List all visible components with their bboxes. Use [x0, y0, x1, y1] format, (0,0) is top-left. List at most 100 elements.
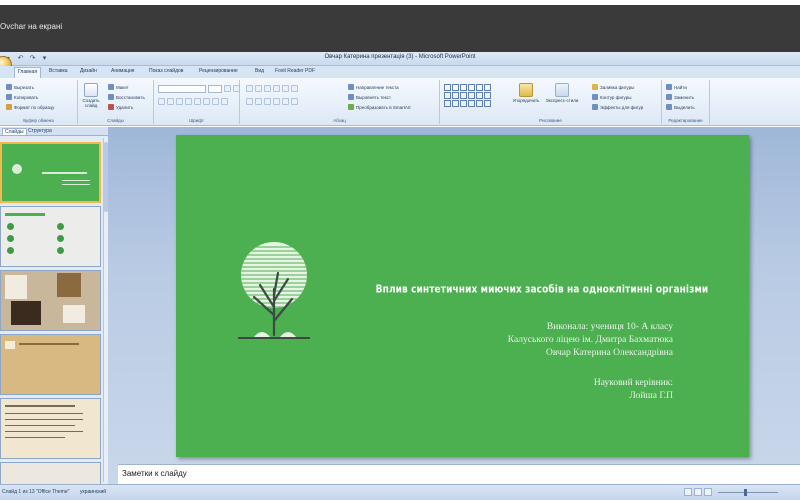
advisor-line: Лойша Г.П: [629, 391, 673, 401]
thumb-dot: [7, 247, 14, 254]
thumb-line: [19, 343, 79, 345]
thumb-line: [62, 184, 90, 185]
panel-tabs: Слайды Структура: [0, 127, 108, 136]
thumb-line: [42, 172, 87, 174]
font-size-select[interactable]: [208, 85, 222, 93]
shapes-gallery[interactable]: [444, 84, 491, 107]
status-theme: "Office Theme": [36, 489, 70, 495]
thumb-image: [11, 301, 41, 325]
thumb-dot: [57, 247, 64, 254]
group-editing: Найти Заменить Выделить Редактирование: [662, 80, 710, 124]
slide-thumbnail-6[interactable]: [0, 462, 101, 484]
scroll-thumb[interactable]: [104, 142, 108, 212]
notes-pane[interactable]: Заметки к слайду: [118, 464, 800, 484]
normal-view-button[interactable]: [684, 488, 692, 496]
thumb-image: [5, 341, 15, 349]
status-language[interactable]: украинский: [80, 489, 106, 495]
tab-slideshow[interactable]: Показ слайдов: [146, 67, 186, 75]
reset-icon: [108, 94, 114, 100]
delete-button[interactable]: Удалить: [108, 104, 133, 110]
slide-thumbnail-1[interactable]: [0, 142, 101, 203]
copy-button[interactable]: Копировать: [6, 94, 38, 100]
align-text-button[interactable]: Выровнять текст: [348, 94, 391, 100]
slide-author-block[interactable]: Виконала: учениця 10- А класу Калуського…: [508, 321, 673, 360]
group-font: Шрифт: [154, 80, 240, 124]
author-line: Калуського ліцею ім. Дмитра Бахматюка: [507, 335, 673, 345]
thumb-line: [5, 213, 45, 216]
thumb-dot: [7, 223, 14, 230]
group-slides: Создать слайд Макет Восстановить Удалить…: [78, 80, 154, 124]
tab-outline[interactable]: Структура: [28, 128, 52, 134]
zoom-handle[interactable]: [744, 489, 747, 496]
author-line: Овчар Катерина Олександрівна: [545, 348, 673, 358]
format-painter-button[interactable]: Формат по образцу: [6, 104, 54, 110]
align-buttons[interactable]: [246, 98, 298, 105]
smartart-icon: [348, 104, 354, 110]
slide-thumbnail-2[interactable]: [0, 206, 101, 267]
cut-button[interactable]: Вырезать: [6, 84, 34, 90]
thumb-line: [5, 413, 83, 414]
group-paragraph: Направление текста Выровнять текст Преоб…: [240, 80, 440, 124]
tab-foxit[interactable]: Foxit Reader PDF: [272, 67, 318, 75]
shape-fill-button[interactable]: Заливка фигуры: [592, 84, 634, 90]
tab-home[interactable]: Главная: [14, 67, 42, 78]
tab-slides[interactable]: Слайды: [2, 128, 27, 135]
arrange-button[interactable]: Упорядочить: [512, 83, 540, 103]
tab-review[interactable]: Рецензирование: [196, 67, 241, 75]
reset-button[interactable]: Восстановить: [108, 94, 145, 100]
thumb-line: [5, 437, 65, 438]
binoculars-icon: [666, 84, 672, 90]
tree-logo-icon: [238, 242, 310, 339]
status-slide-info: Слайд 1 из 13: [2, 489, 35, 495]
font-name-select[interactable]: [158, 85, 206, 93]
thumb-image: [57, 273, 81, 297]
slide-thumbnail-4[interactable]: [0, 334, 101, 395]
tab-view[interactable]: Вид: [252, 67, 267, 75]
replace-icon: [666, 94, 672, 100]
find-button[interactable]: Найти: [666, 84, 687, 90]
slideshow-view-button[interactable]: [704, 488, 712, 496]
copy-icon: [6, 94, 12, 100]
font-style-buttons[interactable]: [158, 98, 228, 105]
slide-thumbnail-5[interactable]: [0, 398, 101, 459]
list-buttons[interactable]: [246, 85, 298, 92]
shape-outline-button[interactable]: Контур фигуры: [592, 94, 631, 100]
tab-design[interactable]: Дизайн: [77, 67, 100, 75]
new-slide-button[interactable]: Создать слайд: [80, 83, 102, 108]
author-line: Виконала: учениця 10- А класу: [546, 322, 673, 332]
shape-effects-button[interactable]: Эффекты для фигур: [592, 104, 643, 110]
quick-styles-button[interactable]: Экспресс-стили: [544, 83, 580, 103]
tab-insert[interactable]: Вставка: [46, 67, 71, 75]
group-drawing: Упорядочить Экспресс-стили Заливка фигур…: [440, 80, 662, 124]
thumb-dot: [57, 235, 64, 242]
tab-animation[interactable]: Анимация: [108, 67, 137, 75]
text-direction-button[interactable]: Направление текста: [348, 84, 399, 90]
zoom-slider[interactable]: [718, 492, 778, 493]
slide-canvas[interactable]: Вплив синтетичних миючих засобів на одно…: [176, 135, 749, 457]
group-clipboard-label: Буфер обмена: [23, 118, 54, 123]
leaf-left: [254, 332, 270, 337]
sorter-view-button[interactable]: [694, 488, 702, 496]
group-drawing-label: Рисование: [539, 118, 562, 123]
slide-thumbnail-3[interactable]: [0, 270, 101, 331]
font-grow-buttons[interactable]: [224, 85, 240, 92]
thumb-dot: [57, 223, 64, 230]
layout-icon: [108, 84, 114, 90]
ribbon: Вырезать Копировать Формат по образцу Бу…: [0, 78, 800, 126]
select-button[interactable]: Выделить: [666, 104, 695, 110]
arrange-icon: [519, 83, 533, 97]
quick-styles-icon: [555, 83, 569, 97]
slide-title[interactable]: Вплив синтетичних миючих засобів на одно…: [372, 284, 712, 296]
layout-button[interactable]: Макет: [108, 84, 129, 90]
smartart-button[interactable]: Преобразовать в SmartArt: [348, 104, 411, 110]
group-clipboard: Вырезать Копировать Формат по образцу Бу…: [0, 80, 78, 124]
slide-advisor-block[interactable]: Науковий керівник: Лойша Г.П: [594, 377, 673, 403]
group-slides-label: Слайды: [107, 118, 124, 123]
thumb-line: [5, 405, 75, 407]
thumb-line: [5, 419, 83, 420]
thumbnails-scrollbar[interactable]: [103, 138, 108, 482]
new-slide-icon: [84, 83, 98, 97]
align-text-icon: [348, 94, 354, 100]
replace-button[interactable]: Заменить: [666, 94, 694, 100]
slide-thumbnails: [0, 136, 108, 484]
